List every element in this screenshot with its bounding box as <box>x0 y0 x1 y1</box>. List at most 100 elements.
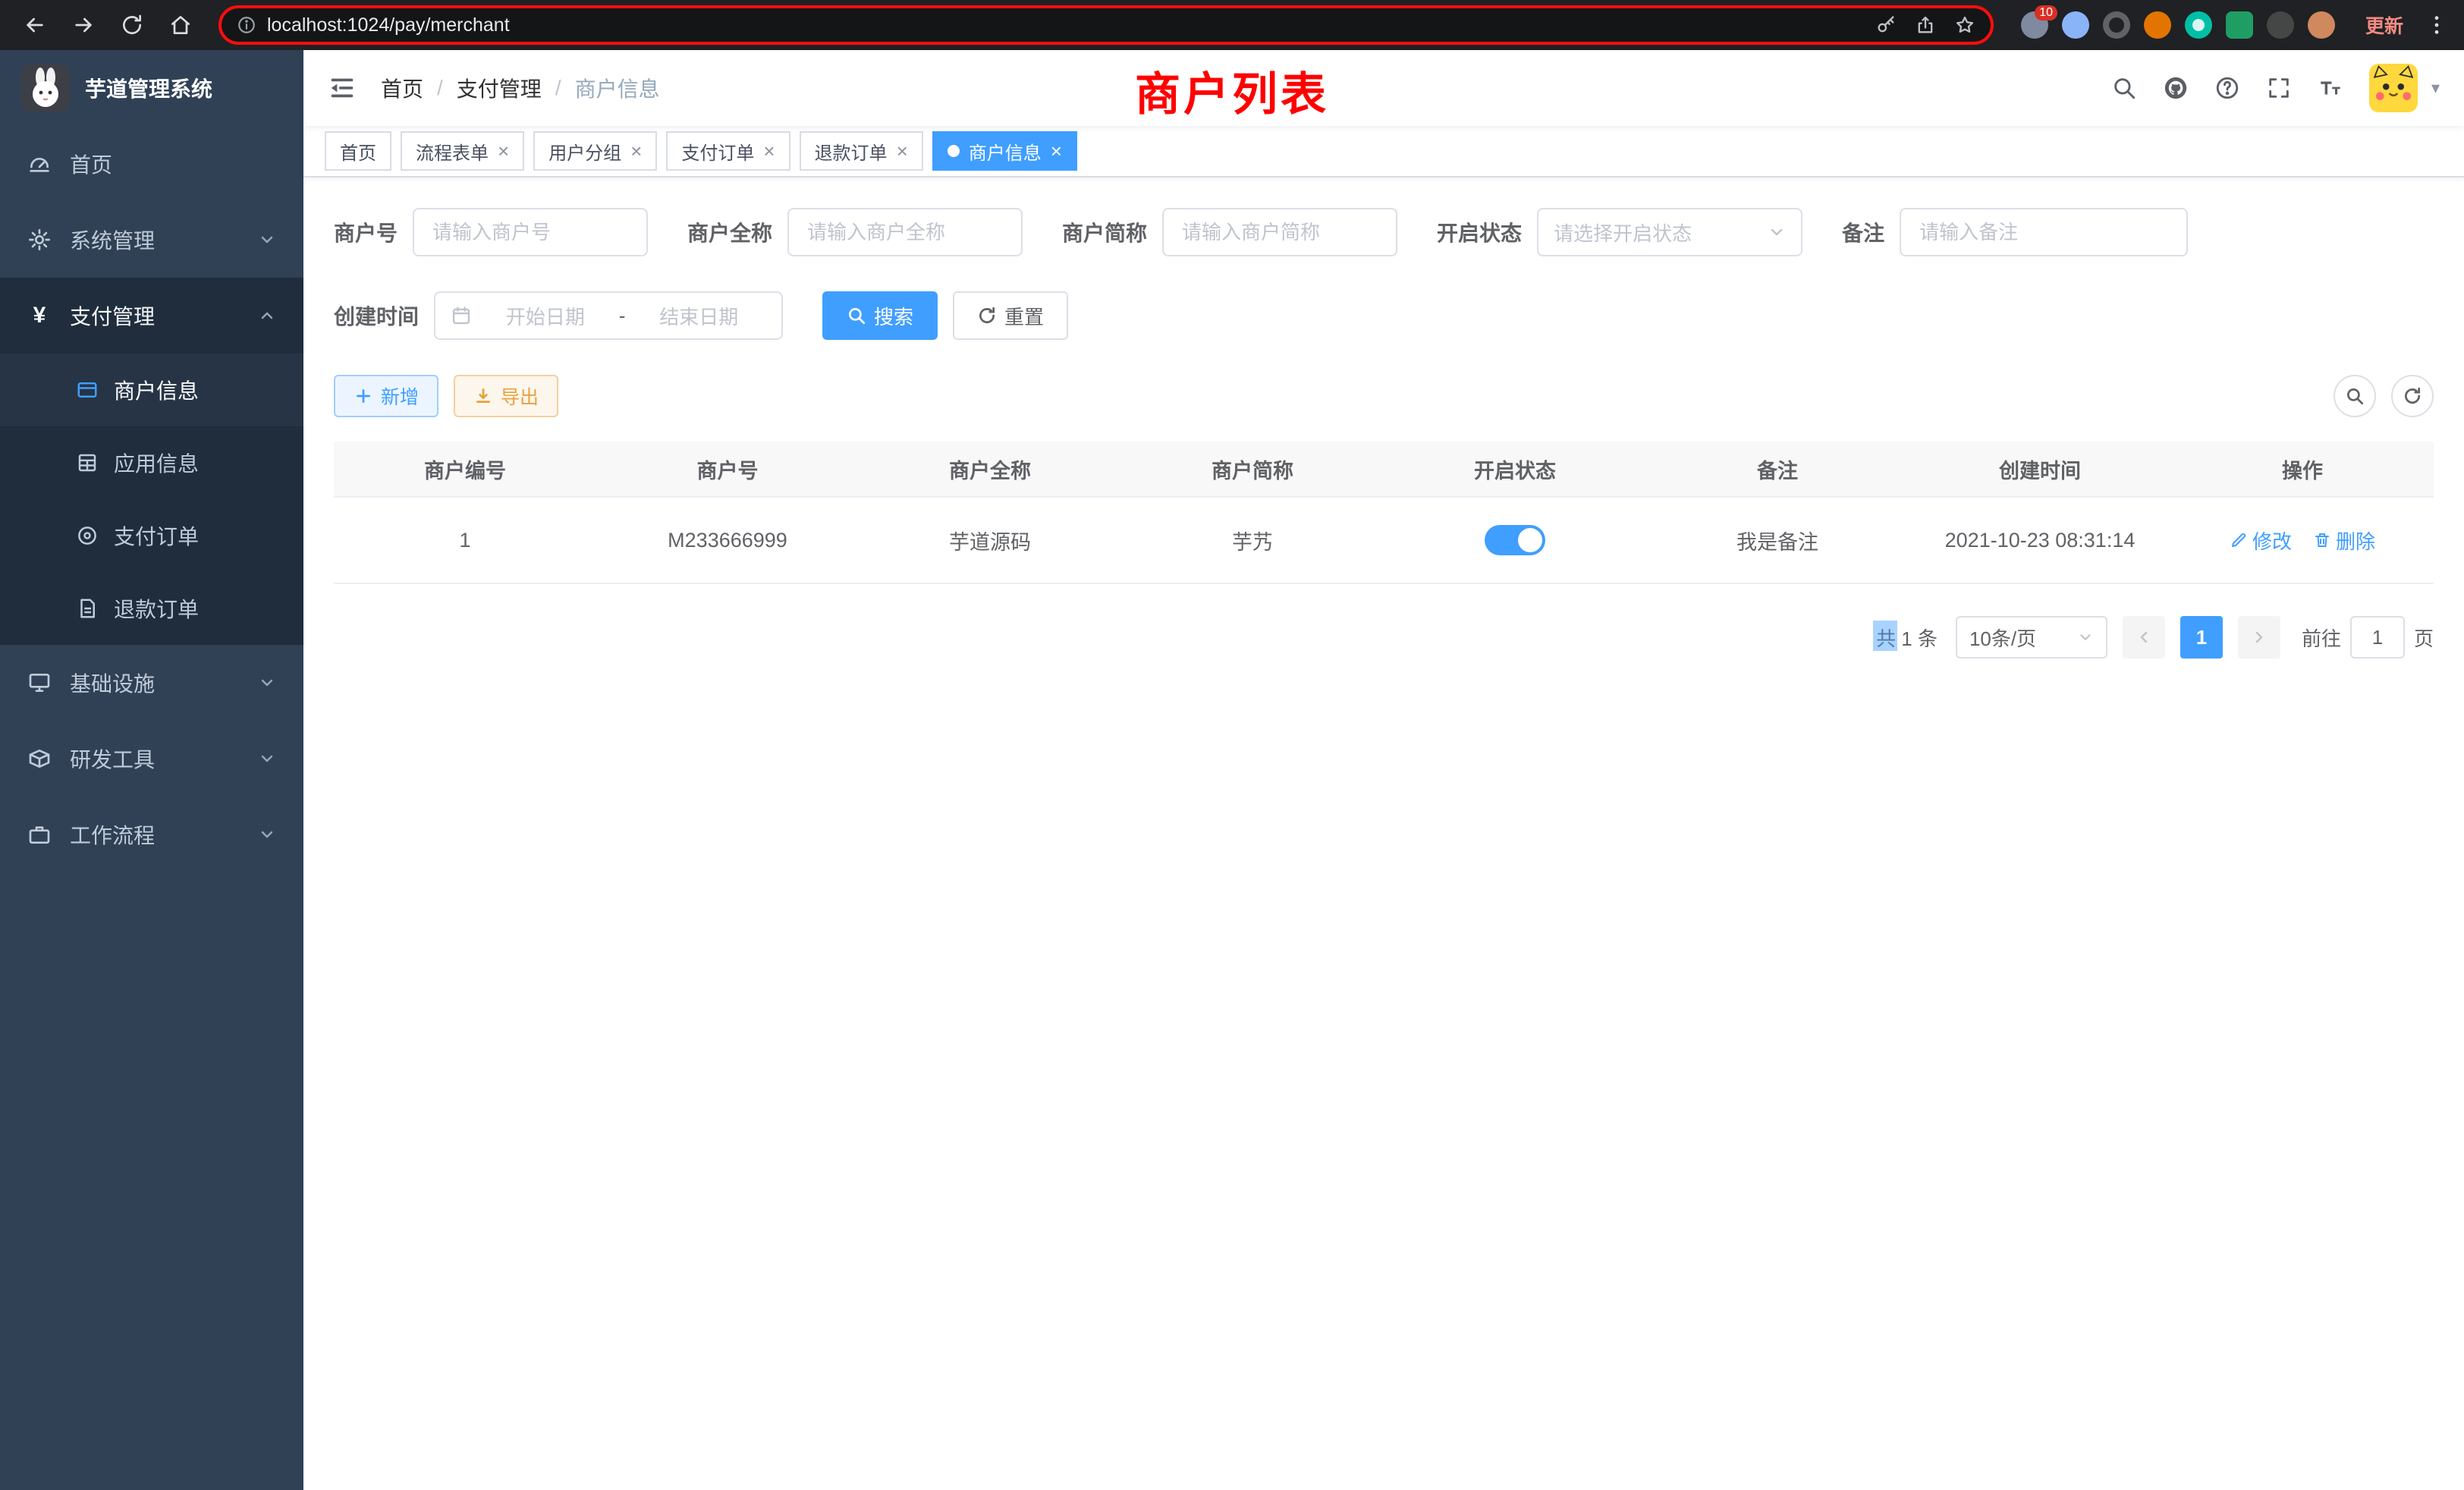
table-header-row: 商户编号 商户号 商户全称 商户简称 开启状态 备注 创建时间 操作 <box>334 442 2434 498</box>
close-icon[interactable]: × <box>498 141 509 161</box>
filter-row-2: 创建时间 开始日期 - 结束日期 搜索 重置 <box>334 291 2434 340</box>
refresh-icon <box>977 306 997 325</box>
font-size-icon[interactable] <box>2318 75 2343 101</box>
app-logo[interactable]: 芋道管理系统 <box>0 50 303 126</box>
browser-update-button[interactable]: 更新 <box>2353 11 2415 39</box>
search-icon <box>2345 386 2365 406</box>
prev-page-button[interactable] <box>2123 616 2165 659</box>
merchant-no-input[interactable] <box>413 208 648 256</box>
search-icon[interactable] <box>2111 75 2137 101</box>
filter-row-1: 商户号 商户全称 商户简称 开启状态 请选择开启状态 <box>334 208 2434 256</box>
avatar[interactable] <box>2369 64 2418 112</box>
help-icon[interactable] <box>2214 75 2240 101</box>
forward-icon[interactable] <box>64 5 103 45</box>
star-icon[interactable] <box>1954 14 1975 36</box>
box-icon <box>27 747 52 771</box>
sidebar-item-home[interactable]: 首页 <box>0 126 303 202</box>
close-icon[interactable]: × <box>763 141 775 161</box>
create-time-label: 创建时间 <box>334 300 419 331</box>
short-name-label: 商户简称 <box>1062 217 1147 247</box>
app-window: 芋道管理系统 首页 系统管理 ¥ 支付管理 <box>0 50 2464 1490</box>
breadcrumb-home[interactable]: 首页 <box>381 73 423 103</box>
back-icon[interactable] <box>15 5 55 45</box>
tags-view: 首页 流程表单 × 用户分组 × 支付订单 × 退款订单 × <box>303 126 2464 178</box>
close-icon[interactable]: × <box>897 141 908 161</box>
remark-label: 备注 <box>1842 217 1884 247</box>
create-time-range-picker[interactable]: 开始日期 - 结束日期 <box>434 291 783 340</box>
github-icon[interactable] <box>2163 75 2189 101</box>
download-icon <box>473 386 493 406</box>
caret-down-icon[interactable]: ▾ <box>2431 78 2440 98</box>
tab-user-group[interactable]: 用户分组 × <box>533 131 657 171</box>
sidebar-subitem-merchant-info[interactable]: 商户信息 <box>0 354 303 426</box>
page-1-button[interactable]: 1 <box>2180 616 2223 659</box>
delete-link[interactable]: 删除 <box>2313 527 2375 555</box>
kebab-menu-icon[interactable] <box>2425 13 2449 37</box>
jump-suffix: 页 <box>2414 624 2434 652</box>
info-icon[interactable] <box>237 15 256 35</box>
full-name-input[interactable] <box>787 208 1023 256</box>
breadcrumb-payment[interactable]: 支付管理 <box>457 73 542 103</box>
next-page-button[interactable] <box>2238 616 2280 659</box>
sidebar-item-workflow[interactable]: 工作流程 <box>0 797 303 872</box>
sidebar: 芋道管理系统 首页 系统管理 ¥ 支付管理 <box>0 50 303 1490</box>
tab-merchant-info[interactable]: 商户信息 × <box>932 131 1077 171</box>
start-date-placeholder: 开始日期 <box>478 302 613 330</box>
extension-profile-icon[interactable] <box>2308 11 2335 39</box>
reload-icon[interactable] <box>112 5 152 45</box>
end-date-placeholder: 结束日期 <box>631 302 766 330</box>
extension-note-icon[interactable] <box>2226 11 2253 39</box>
share-icon[interactable] <box>1915 14 1936 36</box>
status-select[interactable]: 请选择开启状态 <box>1537 208 1802 256</box>
sidebar-item-system[interactable]: 系统管理 <box>0 202 303 278</box>
add-button[interactable]: 新增 <box>334 375 438 417</box>
search-button[interactable]: 搜索 <box>822 291 938 340</box>
home-icon[interactable] <box>161 5 200 45</box>
chevron-right-icon <box>2250 628 2268 646</box>
tab-home[interactable]: 首页 <box>325 131 391 171</box>
sidebar-item-devtools[interactable]: 研发工具 <box>0 721 303 797</box>
chevron-down-icon <box>258 825 276 844</box>
cell-actions: 修改 删除 <box>2171 527 2434 555</box>
page-size-select[interactable]: 10条/页 <box>1956 616 2107 659</box>
extension-pinwheel-icon[interactable] <box>2267 11 2294 39</box>
reset-button[interactable]: 重置 <box>953 291 1068 340</box>
short-name-input[interactable] <box>1162 208 1397 256</box>
jump-page-input[interactable] <box>2350 616 2405 659</box>
refresh-table-button[interactable] <box>2391 375 2434 417</box>
cell-short-name: 芋艿 <box>1121 526 1384 555</box>
tab-process-form[interactable]: 流程表单 × <box>401 131 524 171</box>
chevron-down-icon <box>258 674 276 692</box>
tab-pay-order[interactable]: 支付订单 × <box>666 131 790 171</box>
dashboard-icon <box>27 152 52 176</box>
extension-swirl-icon[interactable] <box>2185 11 2212 39</box>
sidebar-item-infra[interactable]: 基础设施 <box>0 645 303 721</box>
toggle-search-button[interactable] <box>2334 375 2376 417</box>
key-icon[interactable] <box>1875 14 1897 36</box>
navbar-actions: ▾ <box>2111 64 2440 112</box>
chevron-down-icon <box>1768 223 1786 241</box>
sidebar-subitem-app-info[interactable]: 应用信息 <box>0 426 303 499</box>
status-toggle[interactable] <box>1485 525 1545 555</box>
sidebar-item-payment[interactable]: ¥ 支付管理 <box>0 278 303 354</box>
extension-ring-icon[interactable] <box>2103 11 2130 39</box>
close-icon[interactable]: × <box>1051 141 1062 161</box>
edit-link[interactable]: 修改 <box>2230 527 2292 555</box>
trash-icon <box>2313 531 2331 549</box>
address-bar[interactable]: localhost:1024/pay/merchant <box>218 5 1994 45</box>
notification-badge: 10 <box>2035 5 2057 20</box>
credit-card-icon <box>76 379 99 401</box>
close-icon[interactable]: × <box>630 141 642 161</box>
sidebar-subitem-pay-order[interactable]: 支付订单 <box>0 499 303 572</box>
hamburger-icon[interactable] <box>328 74 357 102</box>
sidebar-menu: 首页 系统管理 ¥ 支付管理 商户信息 <box>0 126 303 872</box>
extension-avatar-icon[interactable] <box>2144 11 2171 39</box>
extension-puzzle-icon[interactable]: 10 <box>2021 11 2048 39</box>
tab-refund-order[interactable]: 退款订单 × <box>800 131 923 171</box>
export-button[interactable]: 导出 <box>454 375 558 417</box>
remark-input[interactable] <box>1900 208 2188 256</box>
extension-drop-icon[interactable] <box>2062 11 2089 39</box>
sidebar-subitem-refund-order[interactable]: 退款订单 <box>0 572 303 645</box>
logo-rabbit-icon <box>21 64 70 112</box>
fullscreen-icon[interactable] <box>2266 75 2292 101</box>
